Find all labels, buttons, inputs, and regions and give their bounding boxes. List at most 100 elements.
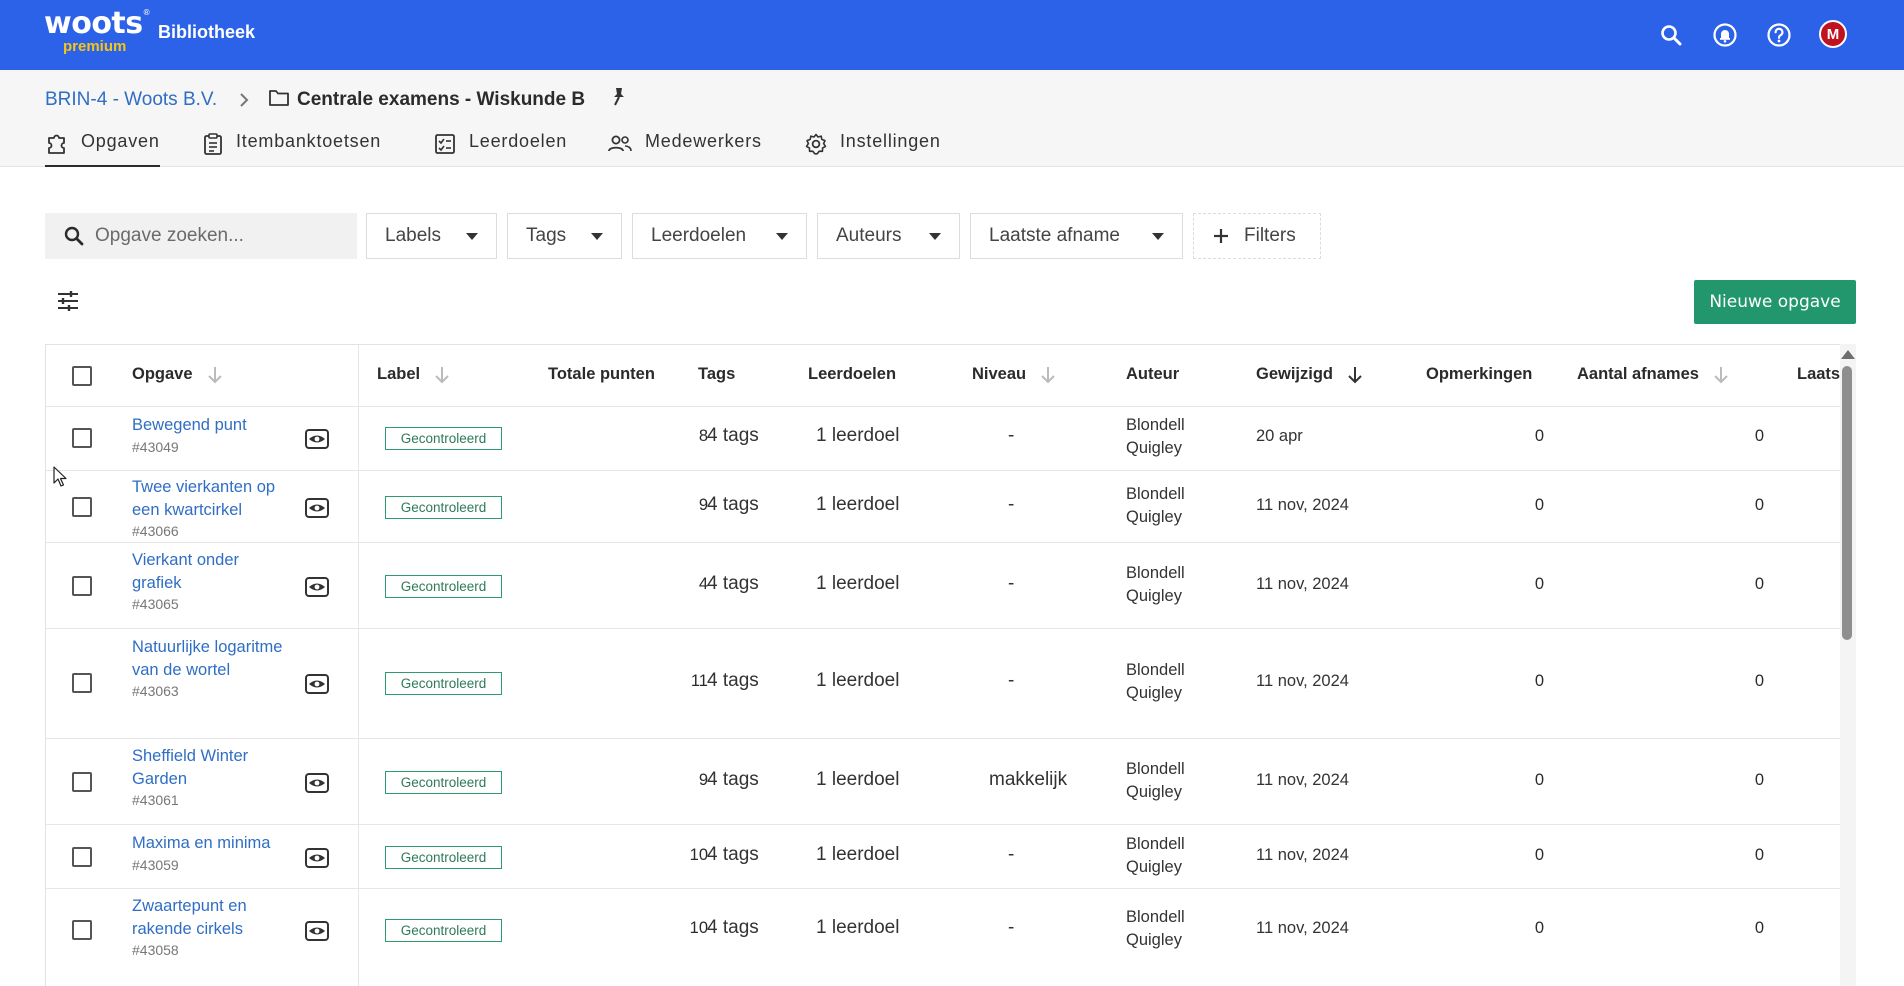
tags-filter-dropdown[interactable]: Tags	[507, 213, 622, 259]
level-value: -	[1008, 425, 1015, 446]
table-row[interactable]: Vierkant onder grafiek #43065 Gecontrole…	[46, 543, 1840, 629]
logo-premium-label: premium	[63, 38, 127, 55]
preview-eye-icon[interactable]	[305, 498, 329, 518]
preview-eye-icon[interactable]	[305, 577, 329, 597]
clipboard-icon	[204, 133, 222, 155]
column-header-totale-punten: Totale punten	[548, 365, 655, 384]
tab-medewerkers[interactable]: Medewerkers	[607, 131, 762, 167]
tags-count-link[interactable]: 4 tags	[707, 844, 759, 866]
table-scrollbar-thumb[interactable]	[1842, 366, 1852, 640]
preview-eye-icon[interactable]	[305, 921, 329, 941]
table-row[interactable]: Maxima en minima #43059 Gecontroleerd 10…	[46, 825, 1840, 889]
row-checkbox[interactable]	[72, 920, 92, 940]
preview-eye-icon[interactable]	[305, 674, 329, 694]
modified-date: 11 nov, 2024	[1256, 496, 1349, 514]
table-row[interactable]: Sheffield Winter Garden #43061 Gecontrol…	[46, 739, 1840, 825]
row-checkbox[interactable]	[72, 428, 92, 448]
preview-eye-icon[interactable]	[305, 773, 329, 793]
help-icon[interactable]	[1763, 19, 1795, 51]
select-all-checkbox[interactable]	[72, 366, 92, 386]
column-header-laatste[interactable]: Laats	[1797, 365, 1840, 384]
column-header-opgave[interactable]: Opgave	[132, 365, 223, 384]
author-last-name: Quigley	[1126, 586, 1182, 605]
question-title-link[interactable]: Twee vierkanten op een kwartcirkel	[132, 476, 292, 521]
status-badge[interactable]: Gecontroleerd	[385, 846, 502, 869]
notification-bell-icon[interactable]	[1709, 19, 1741, 51]
row-checkbox[interactable]	[72, 772, 92, 792]
learning-goals-link[interactable]: 1 leerdoel	[816, 769, 899, 791]
points-value: 10	[689, 846, 708, 864]
row-checkbox[interactable]	[72, 847, 92, 867]
scroll-up-arrow-icon[interactable]	[1841, 350, 1855, 359]
table-row[interactable]: Twee vierkanten op een kwartcirkel #4306…	[46, 471, 1840, 543]
labels-filter-dropdown[interactable]: Labels	[366, 213, 497, 259]
comments-count: 0	[1534, 919, 1544, 937]
table-row[interactable]: Zwaartepunt en rakende cirkels #43058 Ge…	[46, 889, 1840, 986]
question-title-link[interactable]: Bewegend punt	[132, 414, 292, 437]
learning-goals-link[interactable]: 1 leerdoel	[816, 425, 899, 447]
column-header-label[interactable]: Label	[377, 365, 450, 384]
breadcrumb-parent-link[interactable]: BRIN-4 - Woots B.V.	[45, 89, 217, 111]
learning-goals-link[interactable]: 1 leerdoel	[816, 917, 899, 939]
status-badge[interactable]: Gecontroleerd	[385, 771, 502, 794]
preview-eye-icon[interactable]	[305, 848, 329, 868]
question-id: #43061	[132, 792, 179, 808]
learning-goals-link[interactable]: 1 leerdoel	[816, 844, 899, 866]
tags-count-link[interactable]: 4 tags	[707, 573, 759, 595]
row-checkbox[interactable]	[72, 673, 92, 693]
status-badge[interactable]: Gecontroleerd	[385, 575, 502, 598]
app-section-title[interactable]: Bibliotheek	[158, 22, 255, 43]
learning-goals-link[interactable]: 1 leerdoel	[816, 573, 899, 595]
comments-count: 0	[1534, 575, 1544, 593]
caret-down-icon	[776, 232, 788, 240]
tab-label: Medewerkers	[645, 131, 762, 151]
learning-goals-link[interactable]: 1 leerdoel	[816, 494, 899, 516]
page-header: BRIN-4 - Woots B.V. Centrale examens - W…	[0, 70, 1904, 167]
tags-count-link[interactable]: 4 tags	[707, 494, 759, 516]
user-avatar[interactable]: M	[1819, 20, 1847, 48]
column-header-aantal-afnames[interactable]: Aantal afnames	[1577, 365, 1729, 384]
tab-instellingen[interactable]: Instellingen	[804, 131, 941, 167]
table-row[interactable]: Natuurlijke logaritme van de wortel #430…	[46, 629, 1840, 739]
administrations-count: 0	[1754, 496, 1764, 514]
leerdoelen-filter-dropdown[interactable]: Leerdoelen	[632, 213, 807, 259]
tab-leerdoelen[interactable]: Leerdoelen	[433, 131, 567, 167]
learning-goals-link[interactable]: 1 leerdoel	[816, 670, 899, 692]
status-badge[interactable]: Gecontroleerd	[385, 427, 502, 450]
level-value: -	[1008, 573, 1015, 594]
tab-itembanktoetsen[interactable]: Itembanktoetsen	[202, 131, 381, 167]
auteurs-filter-dropdown[interactable]: Auteurs	[817, 213, 960, 259]
search-input[interactable]	[95, 225, 345, 247]
sort-arrow-icon	[1348, 366, 1362, 383]
pin-icon[interactable]	[609, 86, 629, 113]
row-checkbox[interactable]	[72, 497, 92, 517]
column-header-gewijzigd[interactable]: Gewijzigd	[1256, 365, 1363, 384]
question-title-link[interactable]: Sheffield Winter Garden	[132, 745, 292, 790]
status-badge[interactable]: Gecontroleerd	[385, 672, 502, 695]
tab-opgaven[interactable]: Opgaven	[45, 131, 160, 167]
woots-premium-logo[interactable]: woots® premium	[44, 9, 151, 55]
tags-count-link[interactable]: 4 tags	[707, 670, 759, 692]
table-row[interactable]: Bewegend punt #43049 Gecontroleerd 8 4 t…	[46, 407, 1840, 471]
modified-date: 11 nov, 2024	[1256, 771, 1349, 789]
question-title-link[interactable]: Vierkant onder grafiek	[132, 549, 292, 594]
question-title-link[interactable]: Zwaartepunt en rakende cirkels	[132, 895, 292, 940]
question-title-link[interactable]: Maxima en minima	[132, 832, 332, 855]
administrations-count: 0	[1754, 919, 1764, 937]
status-badge[interactable]: Gecontroleerd	[385, 919, 502, 942]
row-checkbox[interactable]	[72, 576, 92, 596]
top-navigation-bar: woots® premium Bibliotheek M	[0, 0, 1904, 70]
new-question-button[interactable]: Nieuwe opgave	[1694, 280, 1856, 324]
column-settings-icon[interactable]	[57, 290, 79, 317]
add-filter-button[interactable]: Filters	[1193, 213, 1321, 259]
tags-count-link[interactable]: 4 tags	[707, 917, 759, 939]
status-badge[interactable]: Gecontroleerd	[385, 496, 502, 519]
tags-count-link[interactable]: 4 tags	[707, 769, 759, 791]
sort-arrow-icon	[435, 366, 449, 383]
question-title-link[interactable]: Natuurlijke logaritme van de wortel	[132, 636, 292, 681]
laatste-afname-filter-dropdown[interactable]: Laatste afname	[970, 213, 1183, 259]
column-header-niveau[interactable]: Niveau	[972, 365, 1056, 384]
preview-eye-icon[interactable]	[305, 429, 329, 449]
tags-count-link[interactable]: 4 tags	[707, 425, 759, 447]
search-icon[interactable]	[1655, 19, 1687, 51]
